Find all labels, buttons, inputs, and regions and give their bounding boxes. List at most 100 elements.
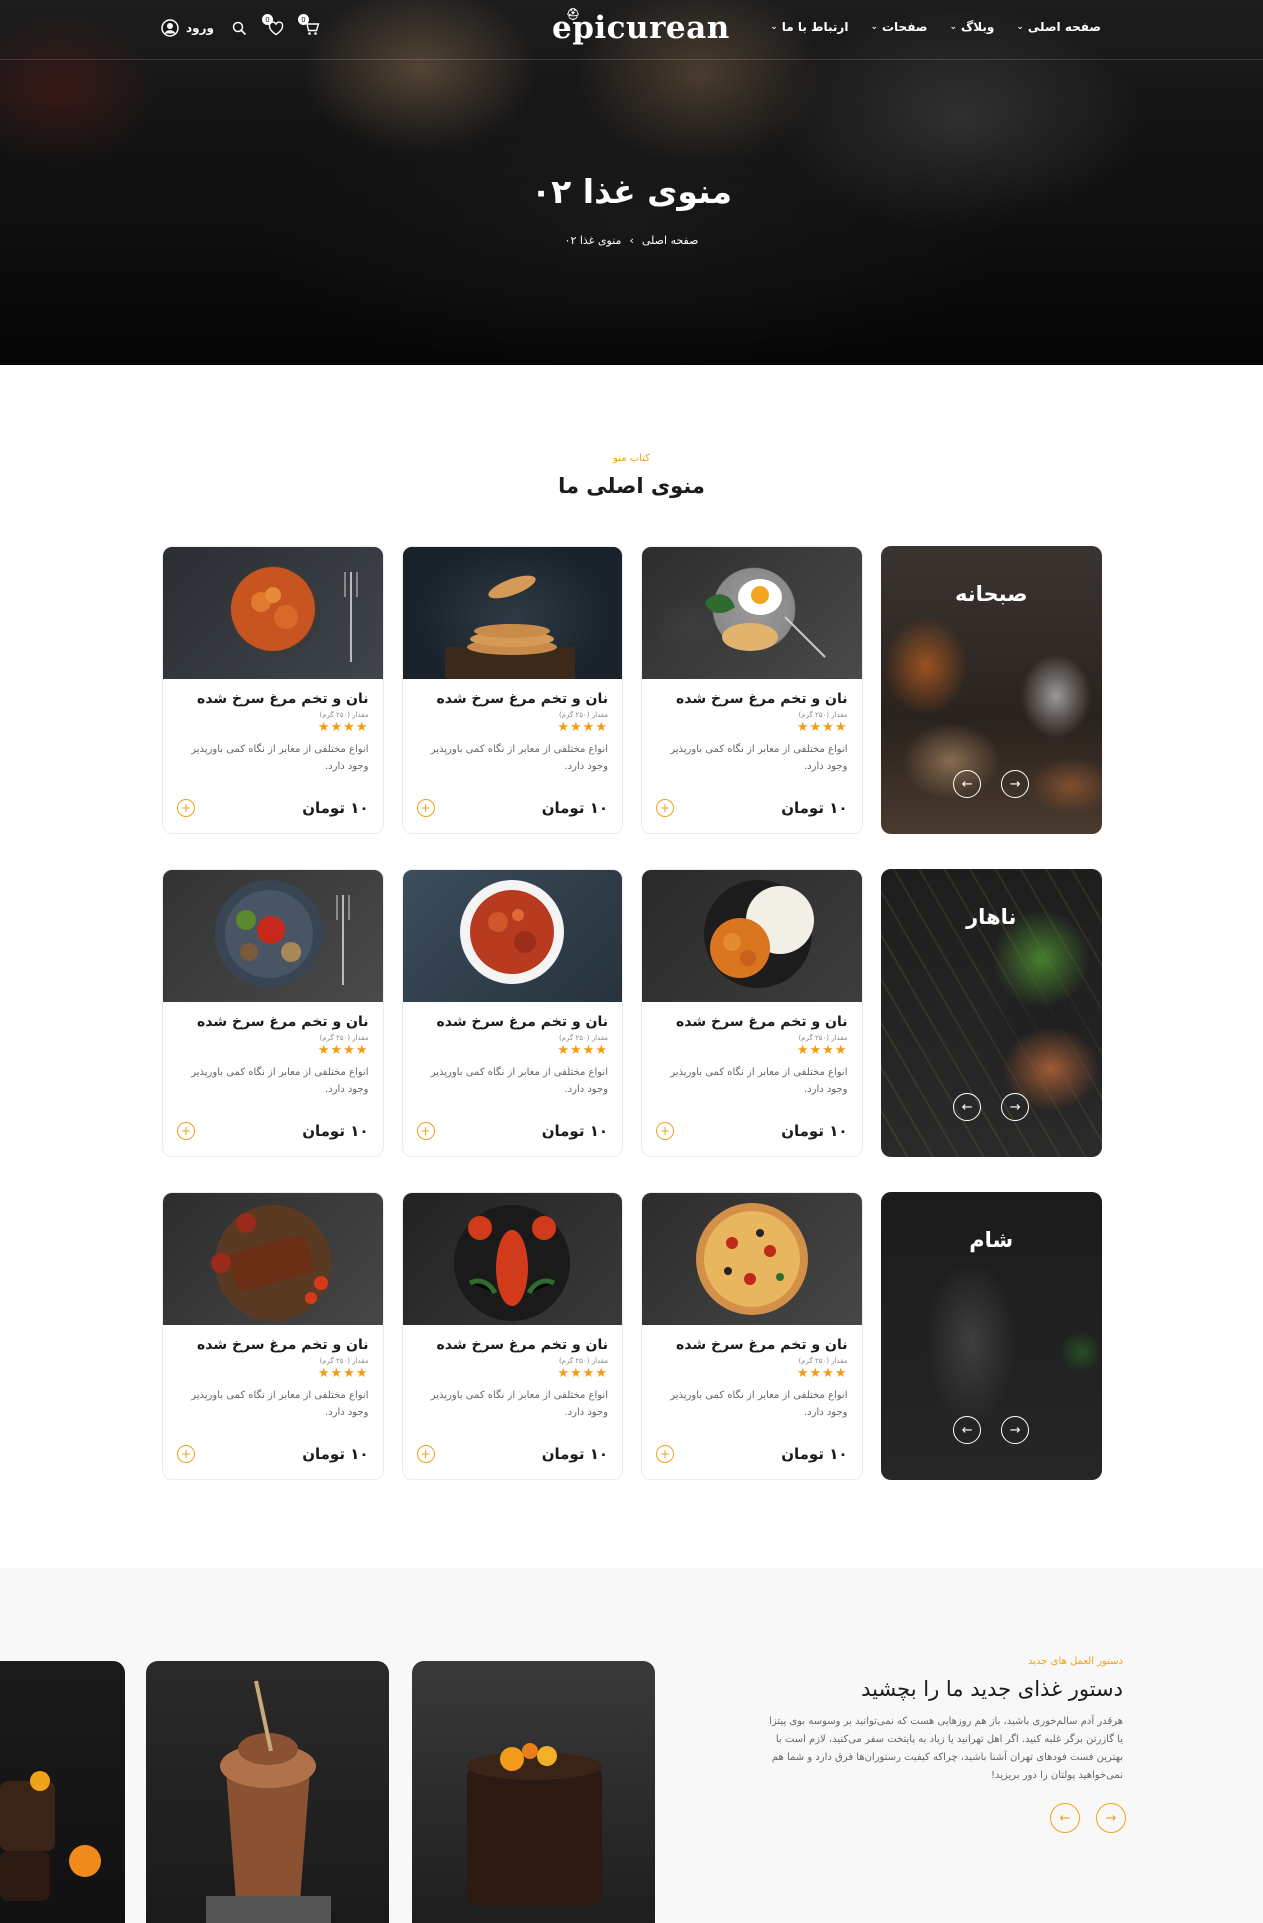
main-menu: صفحه اصلی ⌄ وبلاگ ⌄ صفحات ⌄ ارتباط با ما ⌄ [770, 20, 1101, 34]
category-card-breakfast[interactable]: صبحانه ← → [880, 546, 1102, 834]
category-card-lunch[interactable]: ناهار ← → [880, 869, 1103, 1157]
item-description: انواع مختلفی از معابر از نگاه کمی باورپذ… [430, 1067, 608, 1095]
login-button[interactable]: ورود [160, 18, 214, 38]
chocolate-cake-illustration [466, 1743, 602, 1906]
cart-count-badge: 0 [297, 14, 309, 25]
category-slider-controls: ← → [881, 1416, 1103, 1444]
arrow-right-icon[interactable]: → [1001, 770, 1030, 798]
menu-row-lunch: ناهار ← → نان و تخم مرغ سرخ شده مقدار (۲… [162, 869, 1102, 1157]
item-quantity: مقدار (۲۵۰ گرم) [558, 711, 608, 719]
arrow-left-icon[interactable]: ← [953, 1093, 982, 1121]
item-name: نان و تخم مرغ سرخ شده [197, 1014, 369, 1030]
menu-item-card[interactable]: نان و تخم مرغ سرخ شده مقدار (۲۵۰ گرم) ★★… [401, 1192, 623, 1480]
brownie-tangerine-image[interactable] [0, 1661, 125, 1923]
arrow-right-icon[interactable]: → [1001, 1416, 1030, 1444]
recipe-description: هرقدر آدم سالم‌خوری باشید، باز هم روزهای… [769, 1716, 1123, 1781]
user-icon [160, 18, 180, 38]
item-description: انواع مختلفی از معابر از نگاه کمی باورپذ… [430, 1390, 608, 1418]
item-name: نان و تخم مرغ سرخ شده [436, 1014, 609, 1030]
header-tools: ورود 0 0 [160, 14, 322, 38]
menu-item-pages[interactable]: صفحات ⌄ [870, 20, 927, 34]
pasta-illustration [230, 567, 358, 662]
cart-icon[interactable]: 0 [297, 14, 322, 38]
item-name: نان و تخم مرغ سرخ شده [197, 1337, 369, 1353]
add-to-cart-plus-icon[interactable]: + [656, 1445, 674, 1463]
stew-image [402, 870, 622, 1002]
item-description: انواع مختلفی از معابر از نگاه کمی باورپذ… [670, 1390, 848, 1418]
chocolate-milkshake-image[interactable] [146, 1661, 389, 1923]
add-to-cart-plus-icon[interactable]: + [177, 1445, 195, 1463]
menu-item-label: صفحه اصلی [1027, 20, 1101, 34]
menu-row-breakfast: صبحانه ← → نان و تخم مرغ سرخ شده مقدار (… [162, 546, 1102, 834]
arrow-left-icon[interactable]: ← [1050, 1803, 1080, 1833]
menu-item-card[interactable]: نان و تخم مرغ سرخ شده مقدار (۲۵۰ گرم) ★★… [162, 1192, 384, 1480]
recipe-text-block: دستور العمل های جدید دستور غذای جدید ما … [763, 1656, 1123, 1785]
item-quantity: مقدار (۲۵۰ گرم) [798, 1034, 848, 1042]
star-rating: ★★★★ [796, 1043, 848, 1058]
page: صفحه اصلی ⌄ وبلاگ ⌄ صفحات ⌄ ارتباط با ما ⌄ ⛑… [0, 0, 1263, 1923]
pancakes-illustration [445, 575, 575, 679]
item-quantity: مقدار (۲۵۰ گرم) [319, 1034, 369, 1042]
item-description: انواع مختلفی از معابر از نگاه کمی باورپذ… [670, 1067, 848, 1095]
item-name: نان و تخم مرغ سرخ شده [436, 691, 609, 707]
search-icon[interactable] [230, 18, 250, 38]
arrow-right-icon[interactable]: → [1001, 1093, 1030, 1121]
pizza-illustration [695, 1203, 808, 1315]
menu-item-card[interactable]: نان و تخم مرغ سرخ شده مقدار (۲۵۰ گرم) ★★… [641, 1192, 863, 1480]
arrow-right-icon[interactable]: → [1096, 1803, 1126, 1833]
pizza-image [642, 1193, 862, 1325]
item-name: نان و تخم مرغ سرخ شده [436, 1337, 609, 1353]
arrow-left-icon[interactable]: ← [953, 770, 982, 798]
add-to-cart-plus-icon[interactable]: + [656, 1122, 674, 1140]
add-to-cart-plus-icon[interactable]: + [177, 799, 195, 817]
recipe-slider-controls: ← → [1050, 1803, 1126, 1833]
item-price: ۱۰ تومان [781, 799, 848, 817]
add-to-cart-plus-icon[interactable]: + [416, 1445, 435, 1463]
item-description: انواع مختلفی از معابر از نگاه کمی باورپذ… [191, 744, 369, 772]
chevron-down-icon: ⌄ [949, 22, 957, 32]
menu-item-card[interactable]: نان و تخم مرغ سرخ شده مقدار (۲۵۰ گرم) ★★… [401, 869, 623, 1157]
site-logo[interactable]: ⛑ epicurean [552, 8, 730, 46]
item-description: انواع مختلفی از معابر از نگاه کمی باورپذ… [670, 744, 848, 772]
egg-toast-image [642, 547, 862, 679]
chocolate-cake-image[interactable] [412, 1661, 655, 1923]
menu-item-card[interactable]: نان و تخم مرغ سرخ شده مقدار (۲۵۰ گرم) ★★… [401, 546, 623, 834]
star-rating: ★★★★ [557, 1366, 608, 1381]
curry-rice-image [642, 870, 862, 1002]
item-price: ۱۰ تومان [302, 1445, 369, 1463]
item-quantity: مقدار (۲۵۰ گرم) [558, 1034, 608, 1042]
star-rating: ★★★★ [557, 1043, 608, 1058]
menu-item-card[interactable]: نان و تخم مرغ سرخ شده مقدار (۲۵۰ گرم) ★★… [162, 546, 384, 834]
menu-item-card[interactable]: نان و تخم مرغ سرخ شده مقدار (۲۵۰ گرم) ★★… [162, 869, 384, 1157]
grilled-veg-image [163, 870, 383, 1002]
add-to-cart-plus-icon[interactable]: + [416, 1122, 435, 1140]
menu-item-card[interactable]: نان و تخم مرغ سرخ شده مقدار (۲۵۰ گرم) ★★… [641, 869, 863, 1157]
item-price: ۱۰ تومان [302, 1122, 369, 1140]
menu-item-home[interactable]: صفحه اصلی ⌄ [1016, 20, 1101, 34]
add-to-cart-plus-icon[interactable]: + [416, 799, 435, 817]
item-name: نان و تخم مرغ سرخ شده [676, 1014, 848, 1030]
menu-section-subtitle: کتاب منو [613, 453, 650, 464]
category-slider-controls: ← → [881, 1093, 1103, 1121]
menu-item-contact[interactable]: ارتباط با ما ⌄ [770, 20, 848, 34]
heart-icon[interactable]: 0 [261, 14, 286, 38]
add-to-cart-plus-icon[interactable]: + [656, 799, 674, 817]
egg-toast-illustration [704, 579, 826, 658]
pasta-image [163, 547, 383, 679]
item-quantity: مقدار (۲۵۰ گرم) [798, 1357, 848, 1365]
breadcrumb-home[interactable]: صفحه اصلی [642, 234, 699, 247]
add-to-cart-plus-icon[interactable]: + [177, 1122, 195, 1140]
star-rating: ★★★★ [557, 720, 608, 735]
item-price: ۱۰ تومان [781, 1445, 848, 1463]
lobster-image [402, 1193, 622, 1325]
category-card-dinner[interactable]: شام ← → [880, 1192, 1103, 1480]
menu-item-card[interactable]: نان و تخم مرغ سرخ شده مقدار (۲۵۰ گرم) ★★… [641, 546, 863, 834]
chocolate-milkshake-illustration [206, 1680, 331, 1923]
arrow-left-icon[interactable]: ← [953, 1416, 982, 1444]
category-title: ناهار [966, 905, 1017, 929]
top-navbar: صفحه اصلی ⌄ وبلاگ ⌄ صفحات ⌄ ارتباط با ما ⌄ ⛑… [0, 0, 1263, 60]
breadcrumb-current: منوی غذا ۰۲ [564, 234, 622, 247]
chevron-down-icon: ⌄ [1016, 22, 1024, 32]
menu-item-blog[interactable]: وبلاگ ⌄ [949, 20, 994, 34]
item-quantity: مقدار (۲۵۰ گرم) [558, 1357, 608, 1365]
